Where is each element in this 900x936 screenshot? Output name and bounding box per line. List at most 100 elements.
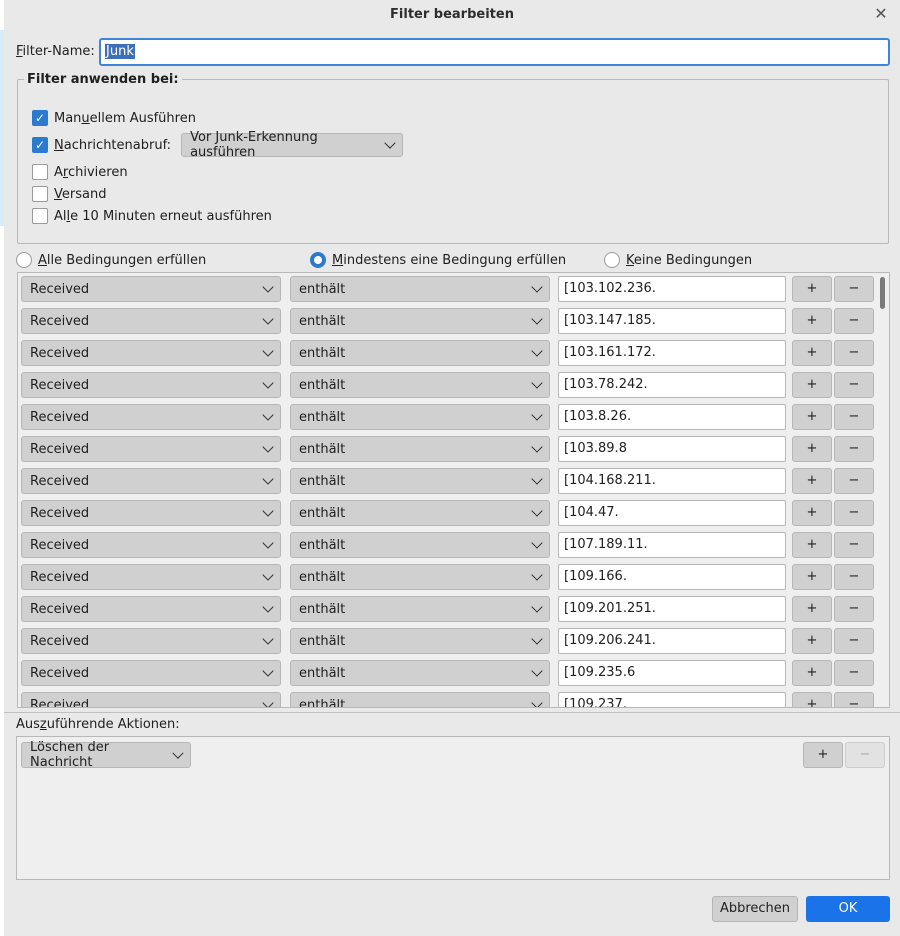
add-condition-button[interactable]: +	[792, 340, 832, 366]
condition-value-input[interactable]: [109.201.251.	[558, 596, 786, 622]
remove-condition-button[interactable]: −	[834, 628, 874, 654]
condition-value-input[interactable]: [109.206.241.	[558, 628, 786, 654]
condition-operator-dropdown[interactable]: enthält	[290, 436, 550, 462]
remove-condition-button[interactable]: −	[834, 468, 874, 494]
add-condition-button[interactable]: +	[792, 468, 832, 494]
add-condition-button[interactable]: +	[792, 532, 832, 558]
condition-value-input[interactable]: [103.78.242.	[558, 372, 786, 398]
condition-field-dropdown[interactable]: Received	[21, 532, 281, 558]
chevron-down-icon	[172, 747, 184, 759]
condition-operator-value: enthält	[299, 537, 346, 553]
fetch-option[interactable]: ✓ Nachrichtenabruf: Vor Junk-Erkennung a…	[32, 130, 404, 160]
add-condition-button[interactable]: +	[792, 628, 832, 654]
condition-operator-dropdown[interactable]: enthält	[290, 308, 550, 334]
condition-operator-dropdown[interactable]: enthält	[290, 564, 550, 590]
condition-field-dropdown[interactable]: Received	[21, 660, 281, 686]
condition-value-input[interactable]: [103.147.185.	[558, 308, 786, 334]
condition-field-dropdown[interactable]: Received	[21, 692, 281, 707]
remove-condition-button[interactable]: −	[834, 692, 874, 707]
add-condition-button[interactable]: +	[792, 404, 832, 430]
remove-action-button[interactable]: −	[845, 742, 885, 768]
add-condition-button[interactable]: +	[792, 372, 832, 398]
fetch-checkbox[interactable]: ✓	[32, 137, 48, 153]
condition-operator-dropdown[interactable]: enthält	[290, 628, 550, 654]
condition-field-dropdown[interactable]: Received	[21, 340, 281, 366]
condition-operator-dropdown[interactable]: enthält	[290, 404, 550, 430]
add-condition-button[interactable]: +	[792, 692, 832, 707]
add-condition-button[interactable]: +	[792, 276, 832, 302]
close-icon[interactable]: ✕	[872, 5, 890, 23]
conditions-scrollbar[interactable]	[877, 273, 889, 707]
ok-button[interactable]: OK	[806, 896, 890, 922]
match-all-radio[interactable]	[16, 252, 32, 268]
remove-condition-button[interactable]: −	[834, 532, 874, 558]
condition-operator-dropdown[interactable]: enthält	[290, 660, 550, 686]
send-checkbox[interactable]	[32, 186, 48, 202]
condition-value-input[interactable]: [107.189.11.	[558, 532, 786, 558]
condition-field-dropdown[interactable]: Received	[21, 564, 281, 590]
periodic-option[interactable]: Alle 10 Minuten erneut ausführen	[32, 206, 272, 226]
remove-condition-button[interactable]: −	[834, 564, 874, 590]
condition-value-input[interactable]: [103.89.8	[558, 436, 786, 462]
remove-condition-button[interactable]: −	[834, 596, 874, 622]
condition-value-input[interactable]: [103.8.26.	[558, 404, 786, 430]
conditions-list[interactable]: Received enthält [109.237. + − Received enthäl…	[17, 272, 890, 708]
condition-operator-dropdown[interactable]: enthält	[290, 532, 550, 558]
archive-checkbox[interactable]	[32, 164, 48, 180]
add-condition-button[interactable]: +	[792, 660, 832, 686]
match-any-option[interactable]: Mindestens eine Bedingung erfüllen	[310, 250, 566, 270]
add-condition-button[interactable]: +	[792, 436, 832, 462]
remove-condition-button[interactable]: −	[834, 276, 874, 302]
condition-operator-dropdown[interactable]: enthält	[290, 468, 550, 494]
remove-condition-button[interactable]: −	[834, 500, 874, 526]
condition-operator-dropdown[interactable]: enthält	[290, 500, 550, 526]
condition-value-input[interactable]: [109.166.	[558, 564, 786, 590]
filter-name-input[interactable]: Junk	[99, 38, 890, 66]
condition-value-input[interactable]: [104.168.211.	[558, 468, 786, 494]
match-any-radio[interactable]	[310, 252, 326, 268]
remove-condition-button[interactable]: −	[834, 340, 874, 366]
add-action-button[interactable]: +	[803, 742, 843, 768]
manual-run-checkbox[interactable]: ✓	[32, 110, 48, 126]
condition-field-dropdown[interactable]: Received	[21, 276, 281, 302]
condition-value-input[interactable]: [103.161.172.	[558, 340, 786, 366]
periodic-checkbox[interactable]	[32, 208, 48, 224]
action-dropdown[interactable]: Löschen der Nachricht	[21, 740, 191, 770]
condition-field-dropdown[interactable]: Received	[21, 500, 281, 526]
match-none-option[interactable]: Keine Bedingungen	[604, 250, 752, 270]
remove-condition-button[interactable]: −	[834, 660, 874, 686]
condition-value-input[interactable]: [104.47.	[558, 500, 786, 526]
match-none-radio[interactable]	[604, 252, 620, 268]
condition-field-dropdown[interactable]: Received	[21, 404, 281, 430]
condition-operator-dropdown[interactable]: enthält	[290, 340, 550, 366]
scrollbar-thumb[interactable]	[880, 277, 885, 309]
remove-condition-button[interactable]: −	[834, 436, 874, 462]
condition-field-dropdown[interactable]: Received	[21, 468, 281, 494]
archive-option[interactable]: Archivieren	[32, 162, 128, 182]
cancel-button[interactable]: Abbrechen	[712, 896, 798, 922]
remove-condition-button[interactable]: −	[834, 308, 874, 334]
fetch-timing-dropdown[interactable]: Vor Junk-Erkennung ausführen	[181, 130, 404, 160]
condition-operator-dropdown[interactable]: enthält	[290, 372, 550, 398]
condition-field-dropdown[interactable]: Received	[21, 308, 281, 334]
condition-operator-dropdown[interactable]: enthält	[290, 276, 550, 302]
send-option[interactable]: Versand	[32, 184, 106, 204]
manual-run-option[interactable]: ✓ Manuellem Ausführen	[32, 108, 196, 128]
condition-value-input[interactable]: [109.235.6	[558, 660, 786, 686]
add-condition-button[interactable]: +	[792, 596, 832, 622]
remove-condition-button[interactable]: −	[834, 372, 874, 398]
condition-field-dropdown[interactable]: Received	[21, 436, 281, 462]
condition-operator-dropdown[interactable]: enthält	[290, 692, 550, 707]
add-condition-button[interactable]: +	[792, 308, 832, 334]
remove-condition-button[interactable]: −	[834, 404, 874, 430]
condition-value-input[interactable]: [109.237.	[558, 692, 786, 707]
condition-field-dropdown[interactable]: Received	[21, 596, 281, 622]
condition-operator-dropdown[interactable]: enthält	[290, 596, 550, 622]
match-all-option[interactable]: Alle Bedingungen erfüllen	[16, 250, 206, 270]
add-condition-button[interactable]: +	[792, 564, 832, 590]
condition-field-dropdown[interactable]: Received	[21, 372, 281, 398]
condition-row: Received enthält [109.201.251. + −	[21, 596, 874, 622]
condition-value-input[interactable]: [103.102.236.	[558, 276, 786, 302]
condition-field-dropdown[interactable]: Received	[21, 628, 281, 654]
add-condition-button[interactable]: +	[792, 500, 832, 526]
